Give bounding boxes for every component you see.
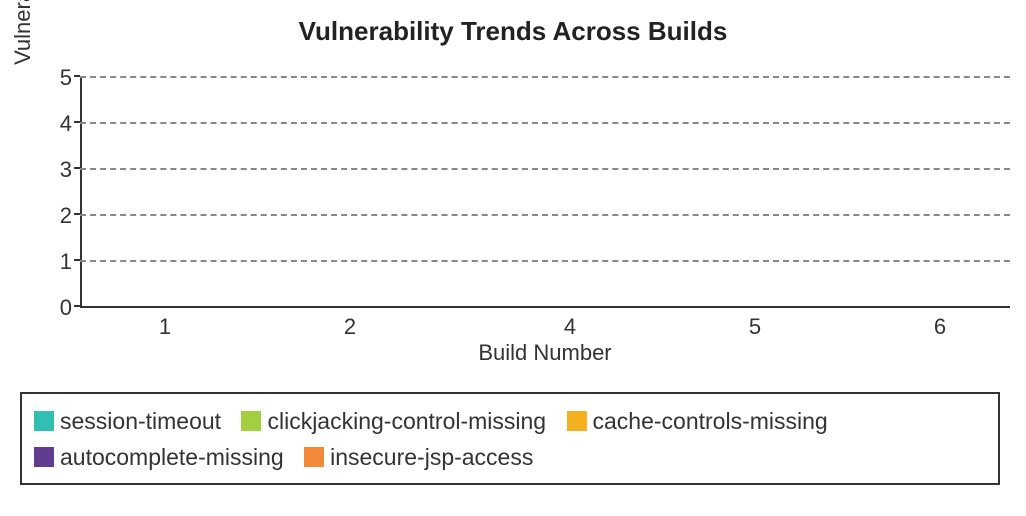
x-tick-label: 5: [749, 314, 761, 340]
y-tick-label: 4: [60, 111, 72, 137]
x-axis: [80, 306, 1010, 308]
y-tick-label: 2: [60, 203, 72, 229]
y-tick-label: 3: [60, 157, 72, 183]
legend-swatch: [567, 411, 587, 431]
legend-label: session-timeout: [60, 408, 221, 434]
x-tick-label: 2: [344, 314, 356, 340]
legend-swatch: [241, 411, 261, 431]
legend-swatch: [34, 411, 54, 431]
legend-swatch: [34, 447, 54, 467]
legend-item: insecure-jsp-access: [304, 440, 533, 476]
legend-item: session-timeout: [34, 404, 221, 440]
y-tick-label: 1: [60, 249, 72, 275]
legend-swatch: [304, 447, 324, 467]
bars: [80, 78, 1010, 308]
y-tick-label: 0: [60, 295, 72, 321]
legend: session-timeout clickjacking-control-mis…: [20, 392, 1000, 485]
x-tick-label: 4: [564, 314, 576, 340]
legend-label: insecure-jsp-access: [330, 444, 533, 470]
legend-label: autocomplete-missing: [60, 444, 284, 470]
legend-item: clickjacking-control-missing: [241, 404, 546, 440]
legend-item: autocomplete-missing: [34, 440, 284, 476]
y-tick-label: 5: [60, 65, 72, 91]
legend-item: cache-controls-missing: [567, 404, 828, 440]
x-axis-label: Build Number: [80, 340, 1010, 366]
y-tick: [74, 75, 80, 77]
legend-label: clickjacking-control-missing: [267, 408, 546, 434]
chart-title: Vulnerability Trends Across Builds: [0, 0, 1026, 47]
x-tick-label: 6: [934, 314, 946, 340]
legend-label: cache-controls-missing: [593, 408, 828, 434]
x-tick-label: 1: [159, 314, 171, 340]
y-axis-label: Vulnerability Count: [10, 0, 36, 88]
plot-area: 0 1 2 3 4 5: [80, 78, 1010, 308]
